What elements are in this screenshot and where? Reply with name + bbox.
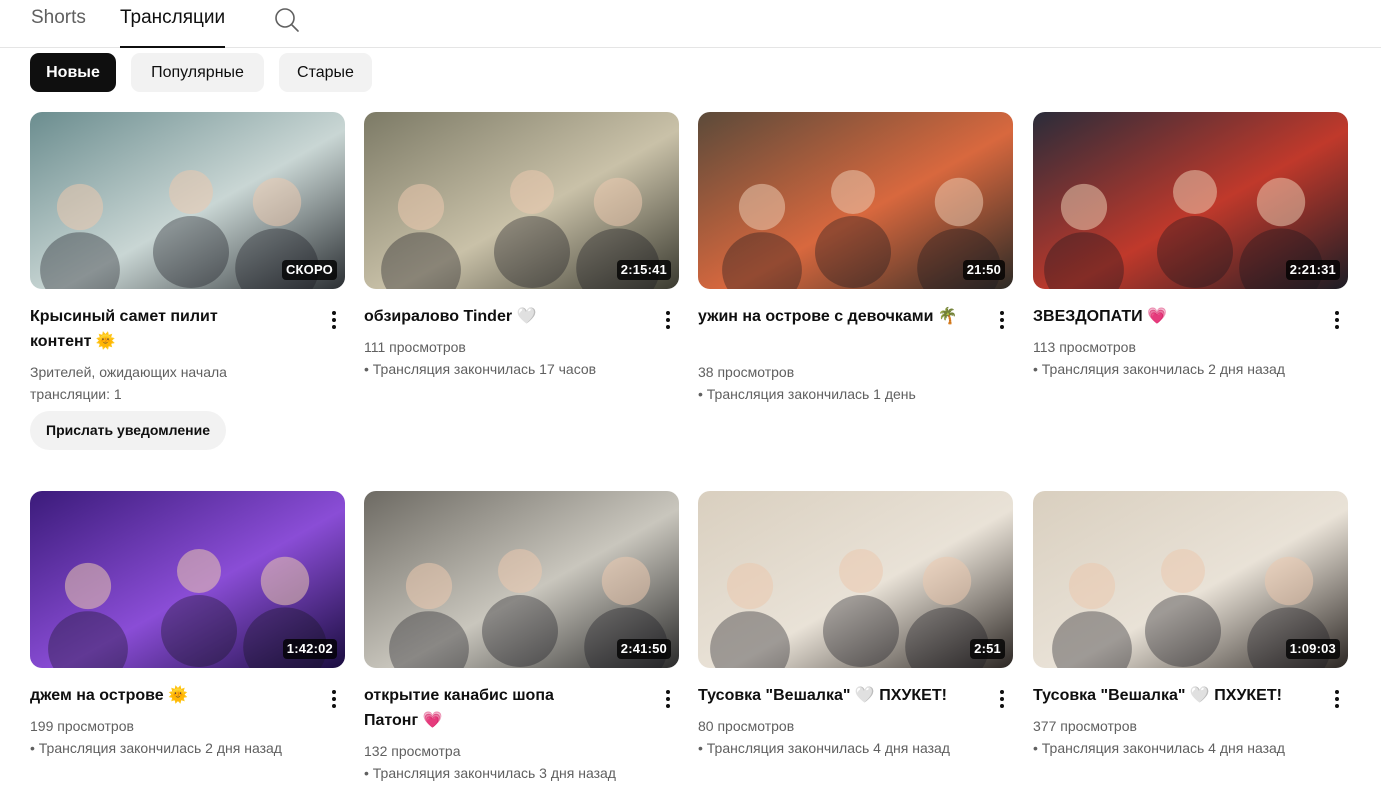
view-count: 111 просмотров — [364, 339, 466, 355]
channel-tabs: Shorts Трансляции — [0, 0, 1381, 48]
more-options-icon[interactable] — [657, 687, 679, 711]
more-options-icon[interactable] — [323, 308, 345, 332]
view-count: 113 просмотров — [1033, 339, 1136, 355]
view-count: 199 просмотров — [30, 718, 134, 734]
stream-ended: • Трансляция закончилась 4 дня назад — [1033, 740, 1285, 756]
video-thumbnail[interactable]: 1:09:03 — [1033, 491, 1348, 668]
tab-live-label: Трансляции — [120, 7, 226, 28]
duration-badge: 1:09:03 — [1285, 639, 1340, 659]
more-options-icon[interactable] — [657, 308, 679, 332]
stream-ended: • Трансляция закончилась 4 дня назад — [698, 740, 950, 756]
view-count: 38 просмотров — [698, 364, 795, 380]
duration-badge: 2:41:50 — [616, 639, 671, 659]
video-thumbnail[interactable]: 1:42:02 — [30, 491, 345, 668]
video-title[interactable]: обзиралово Tinder 🤍 — [364, 304, 649, 329]
tab-shorts[interactable]: Shorts — [31, 7, 86, 48]
chip-popular[interactable]: Популярные — [131, 53, 264, 92]
video-thumbnail[interactable]: 2:21:31 — [1033, 112, 1348, 289]
view-count: 377 просмотров — [1033, 718, 1137, 734]
more-options-icon[interactable] — [1326, 308, 1348, 332]
video-title[interactable]: Крысиный самет пилит контент 🌞 — [30, 304, 260, 354]
waiting-viewers: Зрителей, ожидающих начала трансляции: 1 — [30, 364, 227, 402]
tab-shorts-label: Shorts — [31, 7, 86, 28]
stream-ended: • Трансляция закончилась 1 день — [698, 386, 916, 402]
video-thumbnail[interactable]: СКОРО — [30, 112, 345, 289]
duration-badge: 2:51 — [970, 639, 1005, 659]
video-title[interactable]: ЗВЕЗДОПАТИ 💗 — [1033, 304, 1318, 329]
video-card[interactable]: 21:50 ужин на острове с девочками 🌴 38 п… — [698, 112, 1013, 402]
video-title[interactable]: джем на острове 🌞 — [30, 683, 315, 708]
chip-new[interactable]: Новые — [30, 53, 116, 92]
video-card[interactable]: 2:15:41 обзиралово Tinder 🤍 111 просмотр… — [364, 112, 679, 377]
video-card[interactable]: 1:42:02 джем на острове 🌞 199 просмотров… — [30, 491, 345, 756]
stream-ended: • Трансляция закончилась 2 дня назад — [1033, 361, 1285, 377]
more-options-icon[interactable] — [323, 687, 345, 711]
more-options-icon[interactable] — [1326, 687, 1348, 711]
video-card[interactable]: 1:09:03 Тусовка "Вешалка" 🤍 ПХУКЕТ! 377 … — [1033, 491, 1348, 756]
stream-ended: • Трансляция закончилась 3 дня назад — [364, 765, 616, 781]
tab-live[interactable]: Трансляции — [120, 7, 226, 48]
video-title[interactable]: ужин на острове с девочками 🌴 — [698, 304, 983, 329]
video-card[interactable]: 2:41:50 открытие канабис шопа Патонг 💗 1… — [364, 491, 679, 781]
more-options-icon[interactable] — [991, 687, 1013, 711]
duration-badge: 2:15:41 — [616, 260, 671, 280]
video-card[interactable]: 2:51 Тусовка "Вешалка" 🤍 ПХУКЕТ! 80 прос… — [698, 491, 1013, 756]
view-count: 132 просмотра — [364, 743, 461, 759]
video-thumbnail[interactable]: 2:51 — [698, 491, 1013, 668]
video-card[interactable]: СКОРО Крысиный самет пилит контент 🌞 Зри… — [30, 112, 345, 450]
stream-ended: • Трансляция закончилась 17 часов — [364, 361, 597, 377]
chip-old[interactable]: Старые — [279, 53, 372, 92]
duration-badge: СКОРО — [281, 260, 337, 280]
video-title[interactable]: Тусовка "Вешалка" 🤍 ПХУКЕТ! — [698, 683, 983, 708]
video-card[interactable]: 2:21:31 ЗВЕЗДОПАТИ 💗 113 просмотров • Тр… — [1033, 112, 1348, 377]
video-thumbnail[interactable]: 2:41:50 — [364, 491, 679, 668]
stream-ended: • Трансляция закончилась 2 дня назад — [30, 740, 282, 756]
notify-button[interactable]: Прислать уведомление — [30, 411, 226, 450]
thumbnail-image — [698, 491, 1013, 668]
view-count: 80 просмотров — [698, 718, 795, 734]
video-thumbnail[interactable]: 2:15:41 — [364, 112, 679, 289]
search-icon[interactable] — [272, 5, 302, 35]
duration-badge: 1:42:02 — [282, 639, 337, 659]
duration-badge: 21:50 — [962, 260, 1005, 280]
video-title[interactable]: открытие канабис шопа Патонг 💗 — [364, 683, 604, 733]
more-options-icon[interactable] — [991, 308, 1013, 332]
duration-badge: 2:21:31 — [1285, 260, 1340, 280]
video-title[interactable]: Тусовка "Вешалка" 🤍 ПХУКЕТ! — [1033, 683, 1318, 708]
video-thumbnail[interactable]: 21:50 — [698, 112, 1013, 289]
